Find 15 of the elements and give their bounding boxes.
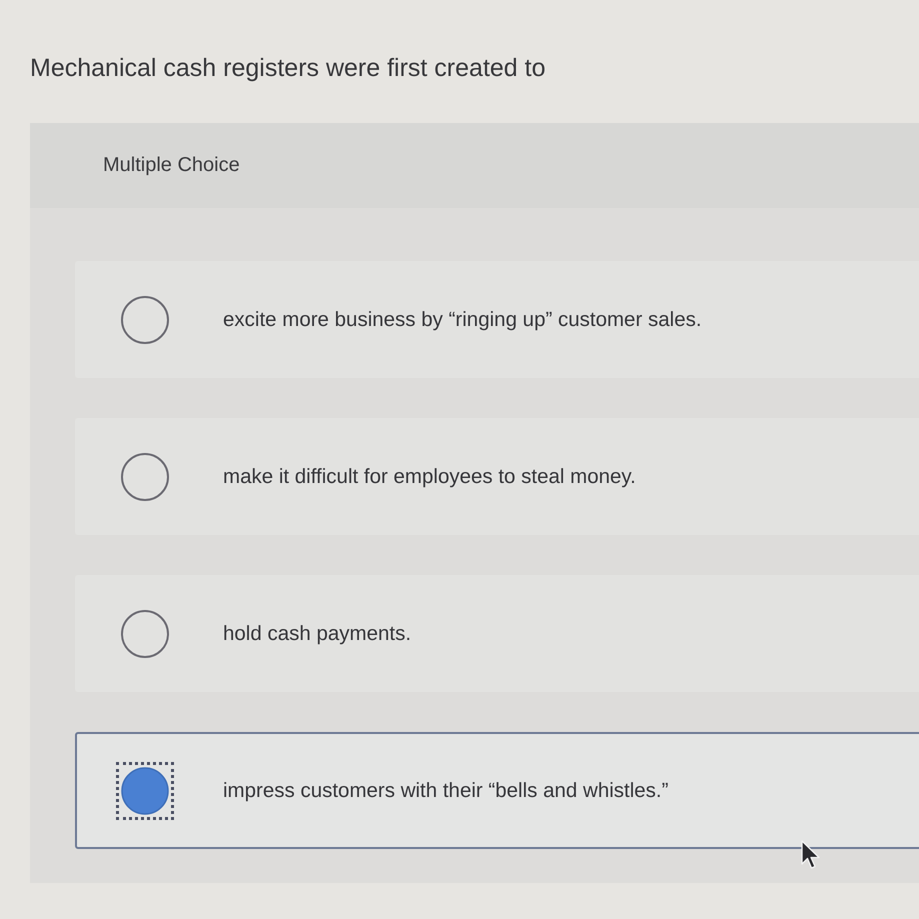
radio-button[interactable] (121, 610, 169, 658)
answer-option[interactable]: excite more business by “ringing up” customer sales. (75, 261, 919, 378)
radio-button[interactable] (121, 452, 169, 500)
option-text: excite more business by “ringing up” customer sales. (223, 308, 702, 332)
radio-button[interactable] (116, 762, 174, 820)
question-text: Mechanical cash registers were first created to (29, 53, 546, 84)
question-type-label: Multiple Choice (103, 154, 240, 177)
radio-button[interactable] (121, 296, 169, 344)
answer-option[interactable]: make it difficult for employees to steal money. (75, 418, 919, 535)
option-text: hold cash payments. (223, 622, 412, 646)
answer-option[interactable]: impress customers with their “bells and whistles.” (75, 732, 919, 849)
option-text: make it difficult for employees to steal money. (223, 464, 636, 488)
answer-option[interactable]: hold cash payments. (75, 575, 919, 692)
option-text: impress customers with their “bells and whistles.” (223, 778, 668, 802)
mouse-pointer-icon (801, 840, 821, 870)
